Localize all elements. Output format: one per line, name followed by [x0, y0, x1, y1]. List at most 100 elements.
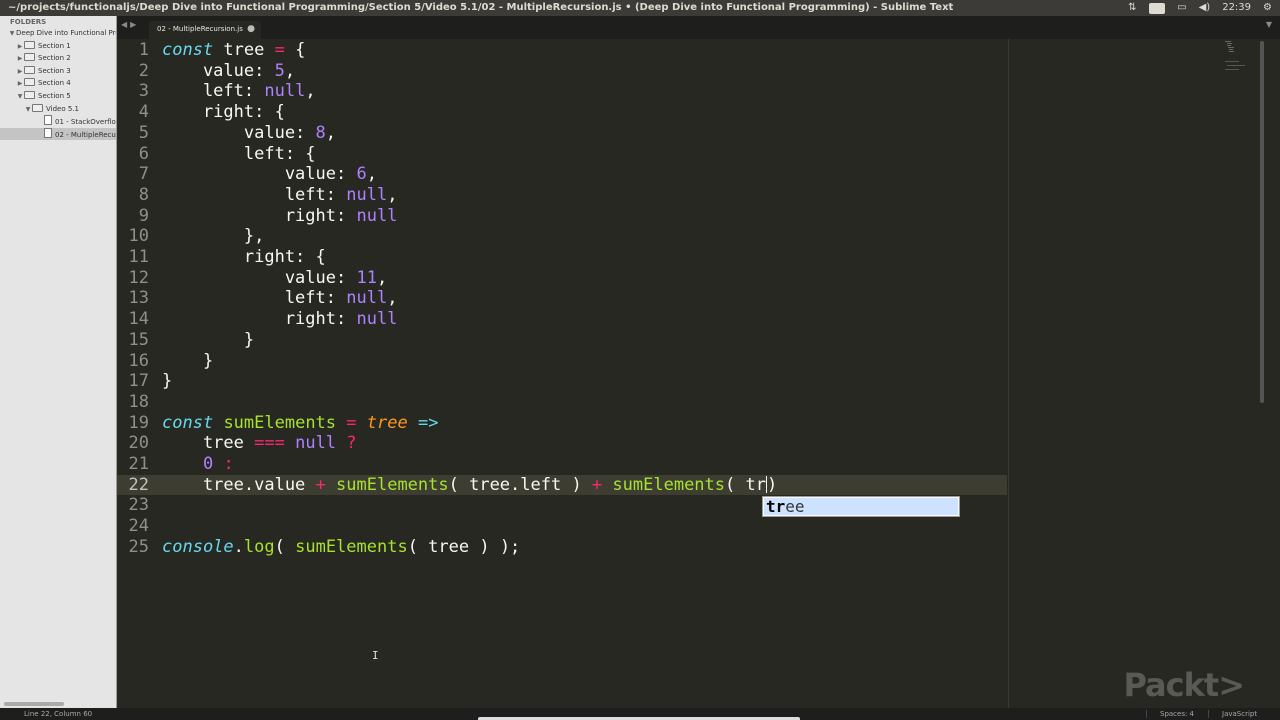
- code-line[interactable]: left: {: [162, 144, 316, 165]
- line-number: 9: [138, 205, 149, 226]
- status-divider: [1146, 710, 1147, 718]
- cursor-position[interactable]: Line 22, Column 60: [24, 708, 92, 720]
- sidebar-item-file-stackoverflow[interactable]: 01 - StackOverflow.js: [0, 115, 116, 128]
- code-line[interactable]: left: null,: [162, 81, 316, 102]
- code-token: left: {: [162, 143, 316, 164]
- code-token: ===: [254, 433, 285, 454]
- autocomplete-item[interactable]: tree: [764, 498, 958, 515]
- code-line[interactable]: }: [162, 371, 172, 392]
- code-token: :: [223, 454, 234, 474]
- code-token: },: [162, 226, 265, 247]
- code-token: log: [243, 536, 275, 557]
- line-number: 23: [128, 495, 149, 516]
- code-token: 6: [356, 164, 367, 185]
- code-token: ,: [387, 288, 398, 309]
- code-token: null: [346, 288, 388, 309]
- code-token: null: [295, 433, 337, 454]
- code-editor[interactable]: 1 2 3 4 5 6 7 8 9 10 11 12 13 14 15 16 17 18 19 20 21 22 23 24 2…: [117, 39, 1267, 708]
- line-number: 21: [128, 454, 149, 474]
- code-line[interactable]: left: null,: [162, 185, 398, 206]
- code-token: +: [315, 474, 326, 495]
- code-line[interactable]: const sumElements = tree =>: [162, 413, 438, 434]
- code-line[interactable]: }: [162, 330, 254, 351]
- code-line[interactable]: right: null: [162, 309, 398, 330]
- code-token: ,: [366, 164, 377, 185]
- indentation-setting[interactable]: Spaces: 4: [1160, 708, 1194, 720]
- line-number: 10: [128, 226, 149, 247]
- volume-icon[interactable]: ◀): [1199, 0, 1211, 16]
- status-divider: [1208, 710, 1209, 718]
- packt-logo: Packt>: [1123, 666, 1245, 704]
- sidebar-horizontal-scrollbar[interactable]: [4, 702, 64, 706]
- sidebar-item-section-1[interactable]: ▶ Section 1: [0, 40, 116, 53]
- code-token: sumElements: [336, 474, 449, 495]
- sidebar-item-file-multiplerecursion[interactable]: 02 - MultipleRecursion.js: [0, 127, 116, 141]
- line-number: 1: [138, 40, 149, 60]
- line-number: 13: [128, 288, 149, 309]
- sidebar-item-section-4[interactable]: ▶ Section 4: [0, 77, 116, 90]
- chevron-down-icon[interactable]: ▼: [8, 28, 16, 40]
- code-line[interactable]: tree === null ?: [162, 433, 357, 454]
- chevron-right-icon[interactable]: ▶: [16, 78, 24, 90]
- vertical-scrollbar[interactable]: [1254, 39, 1267, 708]
- chevron-down-icon[interactable]: ▼: [16, 91, 24, 103]
- code-token: =>: [417, 412, 439, 433]
- syntax-selector[interactable]: JavaScript: [1222, 708, 1257, 720]
- code-line[interactable]: right: {: [162, 247, 326, 268]
- chevron-right-icon[interactable]: ▶: [16, 66, 24, 78]
- code-token: ): [766, 474, 778, 495]
- code-line[interactable]: right: null: [162, 206, 398, 227]
- folder-icon: [24, 78, 35, 87]
- clock[interactable]: 22:39: [1222, 0, 1251, 16]
- tab-list-dropdown-icon[interactable]: ▼: [1266, 20, 1272, 29]
- line-number: 19: [128, 412, 149, 433]
- line-number: 11: [128, 247, 149, 267]
- code-line[interactable]: value: 6,: [162, 164, 377, 185]
- sidebar-item-video-5-1[interactable]: ▼ Video 5.1: [0, 103, 116, 116]
- code-line[interactable]: 0 :: [162, 454, 234, 475]
- line-number: 12: [128, 267, 149, 288]
- code-line[interactable]: const tree = {: [162, 40, 305, 61]
- network-icon[interactable]: ⇅: [1128, 0, 1136, 16]
- keyboard-layout-indicator[interactable]: En: [1148, 2, 1166, 14]
- code-token: .: [233, 536, 244, 557]
- battery-icon[interactable]: ▭: [1177, 0, 1186, 16]
- autocomplete-popup[interactable]: tree: [762, 496, 960, 517]
- settings-gear-icon[interactable]: ⚙: [1263, 0, 1272, 16]
- sidebar-item-section-5[interactable]: ▼ Section 5: [0, 90, 116, 103]
- code-token: ,: [376, 267, 388, 288]
- line-number: 20: [128, 433, 149, 454]
- minimap[interactable]: [1195, 39, 1245, 79]
- unsaved-dot-icon[interactable]: ●: [247, 21, 255, 37]
- sidebar-root-folder[interactable]: ▼Deep Dive into Functional Programming: [0, 27, 116, 40]
- code-token: ,: [305, 81, 316, 102]
- code-token: right: {: [162, 247, 326, 267]
- folder-open-icon: [24, 90, 35, 99]
- code-line[interactable]: value: 8,: [162, 123, 336, 144]
- chevron-down-icon[interactable]: ▼: [24, 104, 32, 116]
- code-token: const: [162, 40, 214, 60]
- code-line[interactable]: tree.value + sumElements( tree.left ) + …: [162, 475, 777, 496]
- code-token: value:: [162, 267, 357, 288]
- wrap-ruler: [1008, 39, 1009, 708]
- tab-multiplerecursion[interactable]: 02 - MultipleRecursion.js ●: [149, 21, 261, 39]
- system-tray: ⇅ En ▭ ◀) 22:39 ⚙: [1128, 0, 1272, 16]
- chevron-right-icon[interactable]: ▶: [16, 53, 24, 65]
- code-line[interactable]: value: 5,: [162, 61, 295, 82]
- sidebar-item-section-2[interactable]: ▶ Section 2: [0, 52, 116, 65]
- code-line[interactable]: console.log( sumElements( tree ) );: [162, 537, 520, 558]
- code-line[interactable]: right: {: [162, 102, 285, 123]
- tab-nav-arrows-icon[interactable]: ◀▶: [121, 20, 139, 29]
- code-line[interactable]: left: null,: [162, 288, 398, 309]
- code-line[interactable]: },: [162, 226, 264, 247]
- sidebar-item-section-3[interactable]: ▶ Section 3: [0, 65, 116, 78]
- scrollbar-thumb[interactable]: [1260, 41, 1264, 403]
- code-line[interactable]: }: [162, 351, 213, 372]
- code-line[interactable]: value: 11,: [162, 268, 387, 289]
- chevron-right-icon[interactable]: ▶: [16, 41, 24, 53]
